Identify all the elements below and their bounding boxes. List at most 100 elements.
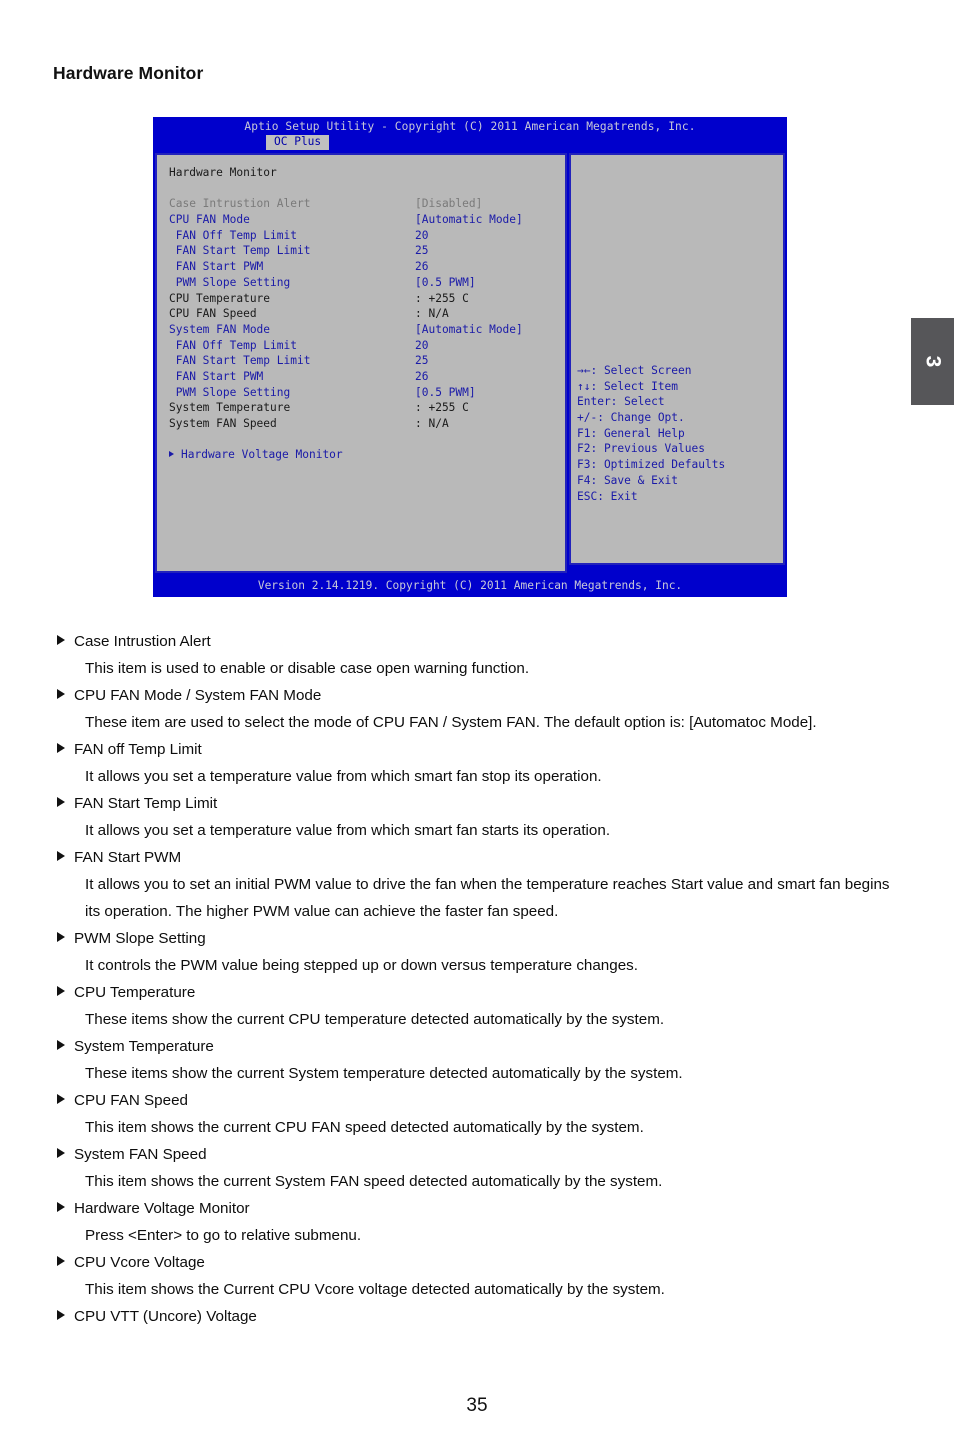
description-term-text: CPU Temperature <box>74 984 196 1001</box>
triangle-right-icon <box>57 986 65 996</box>
page-title: Hardware Monitor <box>53 63 204 83</box>
triangle-right-icon <box>57 1094 65 1104</box>
description-term-text: CPU FAN Mode / System FAN Mode <box>74 687 322 704</box>
description-term: Hardware Voltage Monitor <box>57 1195 897 1222</box>
page-number: 35 <box>466 1395 488 1416</box>
bios-footer: Version 2.14.1219. Copyright (C) 2011 Am… <box>257 579 683 592</box>
setting-label: System FAN Speed <box>169 417 277 431</box>
setting-value[interactable]: 20 <box>415 228 428 244</box>
setting-label: FAN Start Temp Limit <box>169 354 311 368</box>
setting-value[interactable]: 25 <box>415 243 428 259</box>
setting-row[interactable]: FAN Start Temp Limit 25 <box>169 353 565 369</box>
setting-row: CPU Temperature: +255 C <box>169 291 565 307</box>
bios-titlebar: Aptio Setup Utility - Copyright (C) 2011… <box>244 120 696 133</box>
setting-label: FAN Off Temp Limit <box>169 228 297 242</box>
bios-settings-pane: Hardware Monitor Case Intrustion Alert [D… <box>155 153 567 573</box>
setting-value[interactable]: [Automatic Mode] <box>415 322 523 338</box>
setting-row[interactable]: System FAN Mode [Automatic Mode] <box>169 322 565 338</box>
description-term-text: CPU FAN Speed <box>74 1092 188 1109</box>
setting-row: Case Intrustion Alert [Disabled] <box>169 196 565 212</box>
description-body: It controls the PWM value being stepped … <box>85 957 638 974</box>
setting-label: FAN Off Temp Limit <box>169 338 297 352</box>
setting-label: CPU Temperature <box>169 291 271 305</box>
description-term: System Temperature <box>57 1033 897 1060</box>
setting-value[interactable]: [0.5 PWM] <box>415 385 476 401</box>
tab-oc-plus[interactable]: OC Plus <box>266 135 330 150</box>
setting-value[interactable]: [Automatic Mode] <box>415 212 523 228</box>
setting-value[interactable]: [0.5 PWM] <box>415 275 476 291</box>
setting-value: : N/A <box>415 417 449 431</box>
setting-value[interactable]: 26 <box>415 369 428 385</box>
help-key-line: ESC: Exit <box>577 489 638 503</box>
description-term: FAN Start PWM <box>57 844 897 871</box>
triangle-right-icon <box>57 1202 65 1212</box>
setting-label: PWM Slope Setting <box>169 385 291 399</box>
setting-label: FAN Start PWM <box>169 369 264 383</box>
help-key-line: Enter: Select <box>577 395 665 409</box>
description-body: It allows you set a temperature value fr… <box>85 768 602 785</box>
setting-value[interactable]: 20 <box>415 338 428 354</box>
triangle-right-icon <box>57 1310 65 1320</box>
description-item: PWM Slope Setting It controls the PWM val… <box>57 925 897 979</box>
description-term: CPU Vcore Voltage <box>57 1249 897 1276</box>
description-term: System FAN Speed <box>57 1141 897 1168</box>
description-body: This item is used to enable or disable c… <box>85 660 530 677</box>
description-term: PWM Slope Setting <box>57 925 897 952</box>
description-item: FAN off Temp Limit It allows you set a te… <box>57 736 897 790</box>
setting-row[interactable]: FAN Start PWM 26 <box>169 259 565 275</box>
setting-row[interactable]: CPU FAN Mode [Automatic Mode] <box>169 212 565 228</box>
setting-value[interactable]: 26 <box>415 259 428 275</box>
description-term-text: System FAN Speed <box>74 1146 207 1163</box>
section-heading: Hardware Monitor <box>169 166 277 179</box>
help-key-line: F3: Optimized Defaults <box>577 458 726 472</box>
description-item: CPU FAN Speed This item shows the current… <box>57 1087 897 1141</box>
setting-row[interactable]: PWM Slope Setting [0.5 PWM] <box>169 385 565 401</box>
description-term: FAN Start Temp Limit <box>57 790 897 817</box>
description-body: These items show the current System temp… <box>85 1065 683 1082</box>
setting-row: System FAN Speed : N/A <box>169 416 565 432</box>
submenu-hardware-voltage-monitor[interactable]: Hardware Voltage Monitor <box>169 447 565 463</box>
description-term-text: CPU VTT (Uncore) Voltage <box>74 1308 257 1325</box>
setting-row[interactable]: FAN Off Temp Limit 20 <box>169 338 565 354</box>
triangle-right-icon <box>57 851 65 861</box>
description-body: This item shows the current System FAN s… <box>85 1173 663 1190</box>
description-item: CPU FAN Mode / System FAN Mode These item… <box>57 682 897 736</box>
triangle-right-icon <box>57 1256 65 1266</box>
bios-body: Hardware Monitor Case Intrustion Alert [D… <box>155 153 785 573</box>
setting-row[interactable]: PWM Slope Setting [0.5 PWM] <box>169 275 565 291</box>
bios-help-pane: →←: Select Screen ↑↓: Select Item Enter: S… <box>569 153 785 565</box>
description-term-text: Case Intrustion Alert <box>74 633 211 650</box>
description-item: FAN Start Temp Limit It allows you set a … <box>57 790 897 844</box>
description-body: It allows you to set an initial PWM valu… <box>85 876 890 920</box>
help-key-line: F4: Save & Exit <box>577 473 679 487</box>
setting-row[interactable]: FAN Start Temp Limit 25 <box>169 243 565 259</box>
setting-label: System FAN Mode <box>169 322 271 336</box>
setting-label: PWM Slope Setting <box>169 275 291 289</box>
description-item: Hardware Voltage Monitor Press <Enter> t… <box>57 1195 897 1249</box>
description-body: It allows you set a temperature value fr… <box>85 822 611 839</box>
setting-value: : +255 C <box>415 401 469 415</box>
setting-row: CPU FAN Speed: N/A <box>169 306 565 322</box>
description-term-text: FAN Start PWM <box>74 849 182 866</box>
description-item: System FAN Speed This item shows the curr… <box>57 1141 897 1195</box>
setting-row[interactable]: FAN Off Temp Limit 20 <box>169 228 565 244</box>
description-item: FAN Start PWM It allows you to set an ini… <box>57 844 897 925</box>
description-body: This item shows the current CPU FAN spee… <box>85 1119 644 1136</box>
description-item: CPU Temperature These items show the curr… <box>57 979 897 1033</box>
setting-value: [Disabled] <box>415 197 483 211</box>
description-item: System Temperature These items show the c… <box>57 1033 897 1087</box>
description-list: Case Intrustion Alert This item is used t… <box>57 628 897 1330</box>
chapter-tab: 3 <box>911 318 954 405</box>
setting-row[interactable]: FAN Start PWM 26 <box>169 369 565 385</box>
description-term: CPU FAN Speed <box>57 1087 897 1114</box>
help-key-line: →←: Select Screen <box>577 364 692 377</box>
description-body: This item shows the Current CPU Vcore vo… <box>85 1281 665 1298</box>
settings-list: Case Intrustion Alert [Disabled] CPU FAN M… <box>169 196 565 431</box>
triangle-right-icon <box>57 635 65 645</box>
help-key-list: →←: Select Screen ↑↓: Select Item Enter: S… <box>571 353 725 504</box>
help-key-line: +/-: Change Opt. <box>577 411 685 425</box>
description-item: CPU VTT (Uncore) Voltage <box>57 1303 897 1330</box>
triangle-right-icon <box>57 932 65 942</box>
setting-value[interactable]: 25 <box>415 353 428 369</box>
